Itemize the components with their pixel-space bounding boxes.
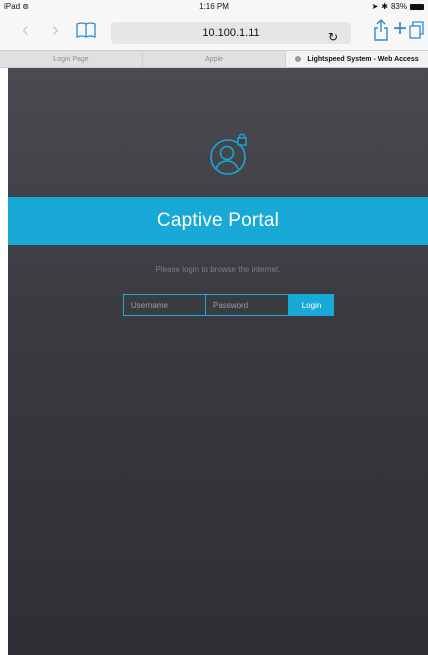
status-bar: iPad ⊚ 1:16 PM ➤ ✱ 83%	[0, 0, 428, 14]
back-button[interactable]: ‹	[22, 20, 29, 40]
captive-portal-page: Captive Portal Please login to browse th…	[8, 68, 428, 655]
address-bar[interactable]: 10.100.1.11 ↻	[111, 22, 351, 44]
bluetooth-icon: ✱	[381, 2, 388, 11]
login-button[interactable]: Login	[289, 294, 334, 316]
tab-login-page[interactable]: Login Page	[0, 51, 143, 67]
portal-title-banner: Captive Portal	[8, 197, 428, 245]
tab-label: Login Page	[53, 56, 89, 63]
share-icon[interactable]	[372, 18, 390, 42]
tab-lightspeed[interactable]: Lightspeed System - Web Access	[286, 51, 428, 67]
page-title: Captive Portal	[156, 210, 280, 231]
tab-bar: Login Page Apple Lightspeed System - Web…	[0, 50, 428, 68]
password-field[interactable]	[206, 294, 289, 316]
bookmarks-icon[interactable]	[76, 21, 96, 39]
login-form: Login	[123, 294, 334, 316]
username-field[interactable]	[123, 294, 206, 316]
tab-apple[interactable]: Apple	[143, 51, 286, 67]
new-tab-icon[interactable]: +	[393, 17, 407, 41]
tabs-overview-icon[interactable]	[409, 20, 425, 40]
reload-icon[interactable]: ↻	[327, 26, 339, 48]
url-text: 10.100.1.11	[202, 27, 260, 39]
location-icon: ➤	[371, 2, 379, 11]
status-right: ➤ ✱ 83%	[372, 2, 424, 11]
clock: 1:16 PM	[199, 2, 229, 11]
tab-label: Apple	[205, 56, 223, 63]
battery-percent: 83%	[390, 2, 407, 11]
tab-label: Lightspeed System - Web Access	[307, 56, 419, 63]
battery-icon	[410, 3, 424, 10]
browser-toolbar: ‹ › 10.100.1.11 ↻ +	[0, 14, 428, 50]
login-instructions: Please login to browse the internet.	[155, 265, 281, 274]
globe-icon	[295, 56, 302, 63]
user-lock-icon	[210, 133, 247, 175]
forward-button[interactable]: ›	[52, 20, 59, 40]
